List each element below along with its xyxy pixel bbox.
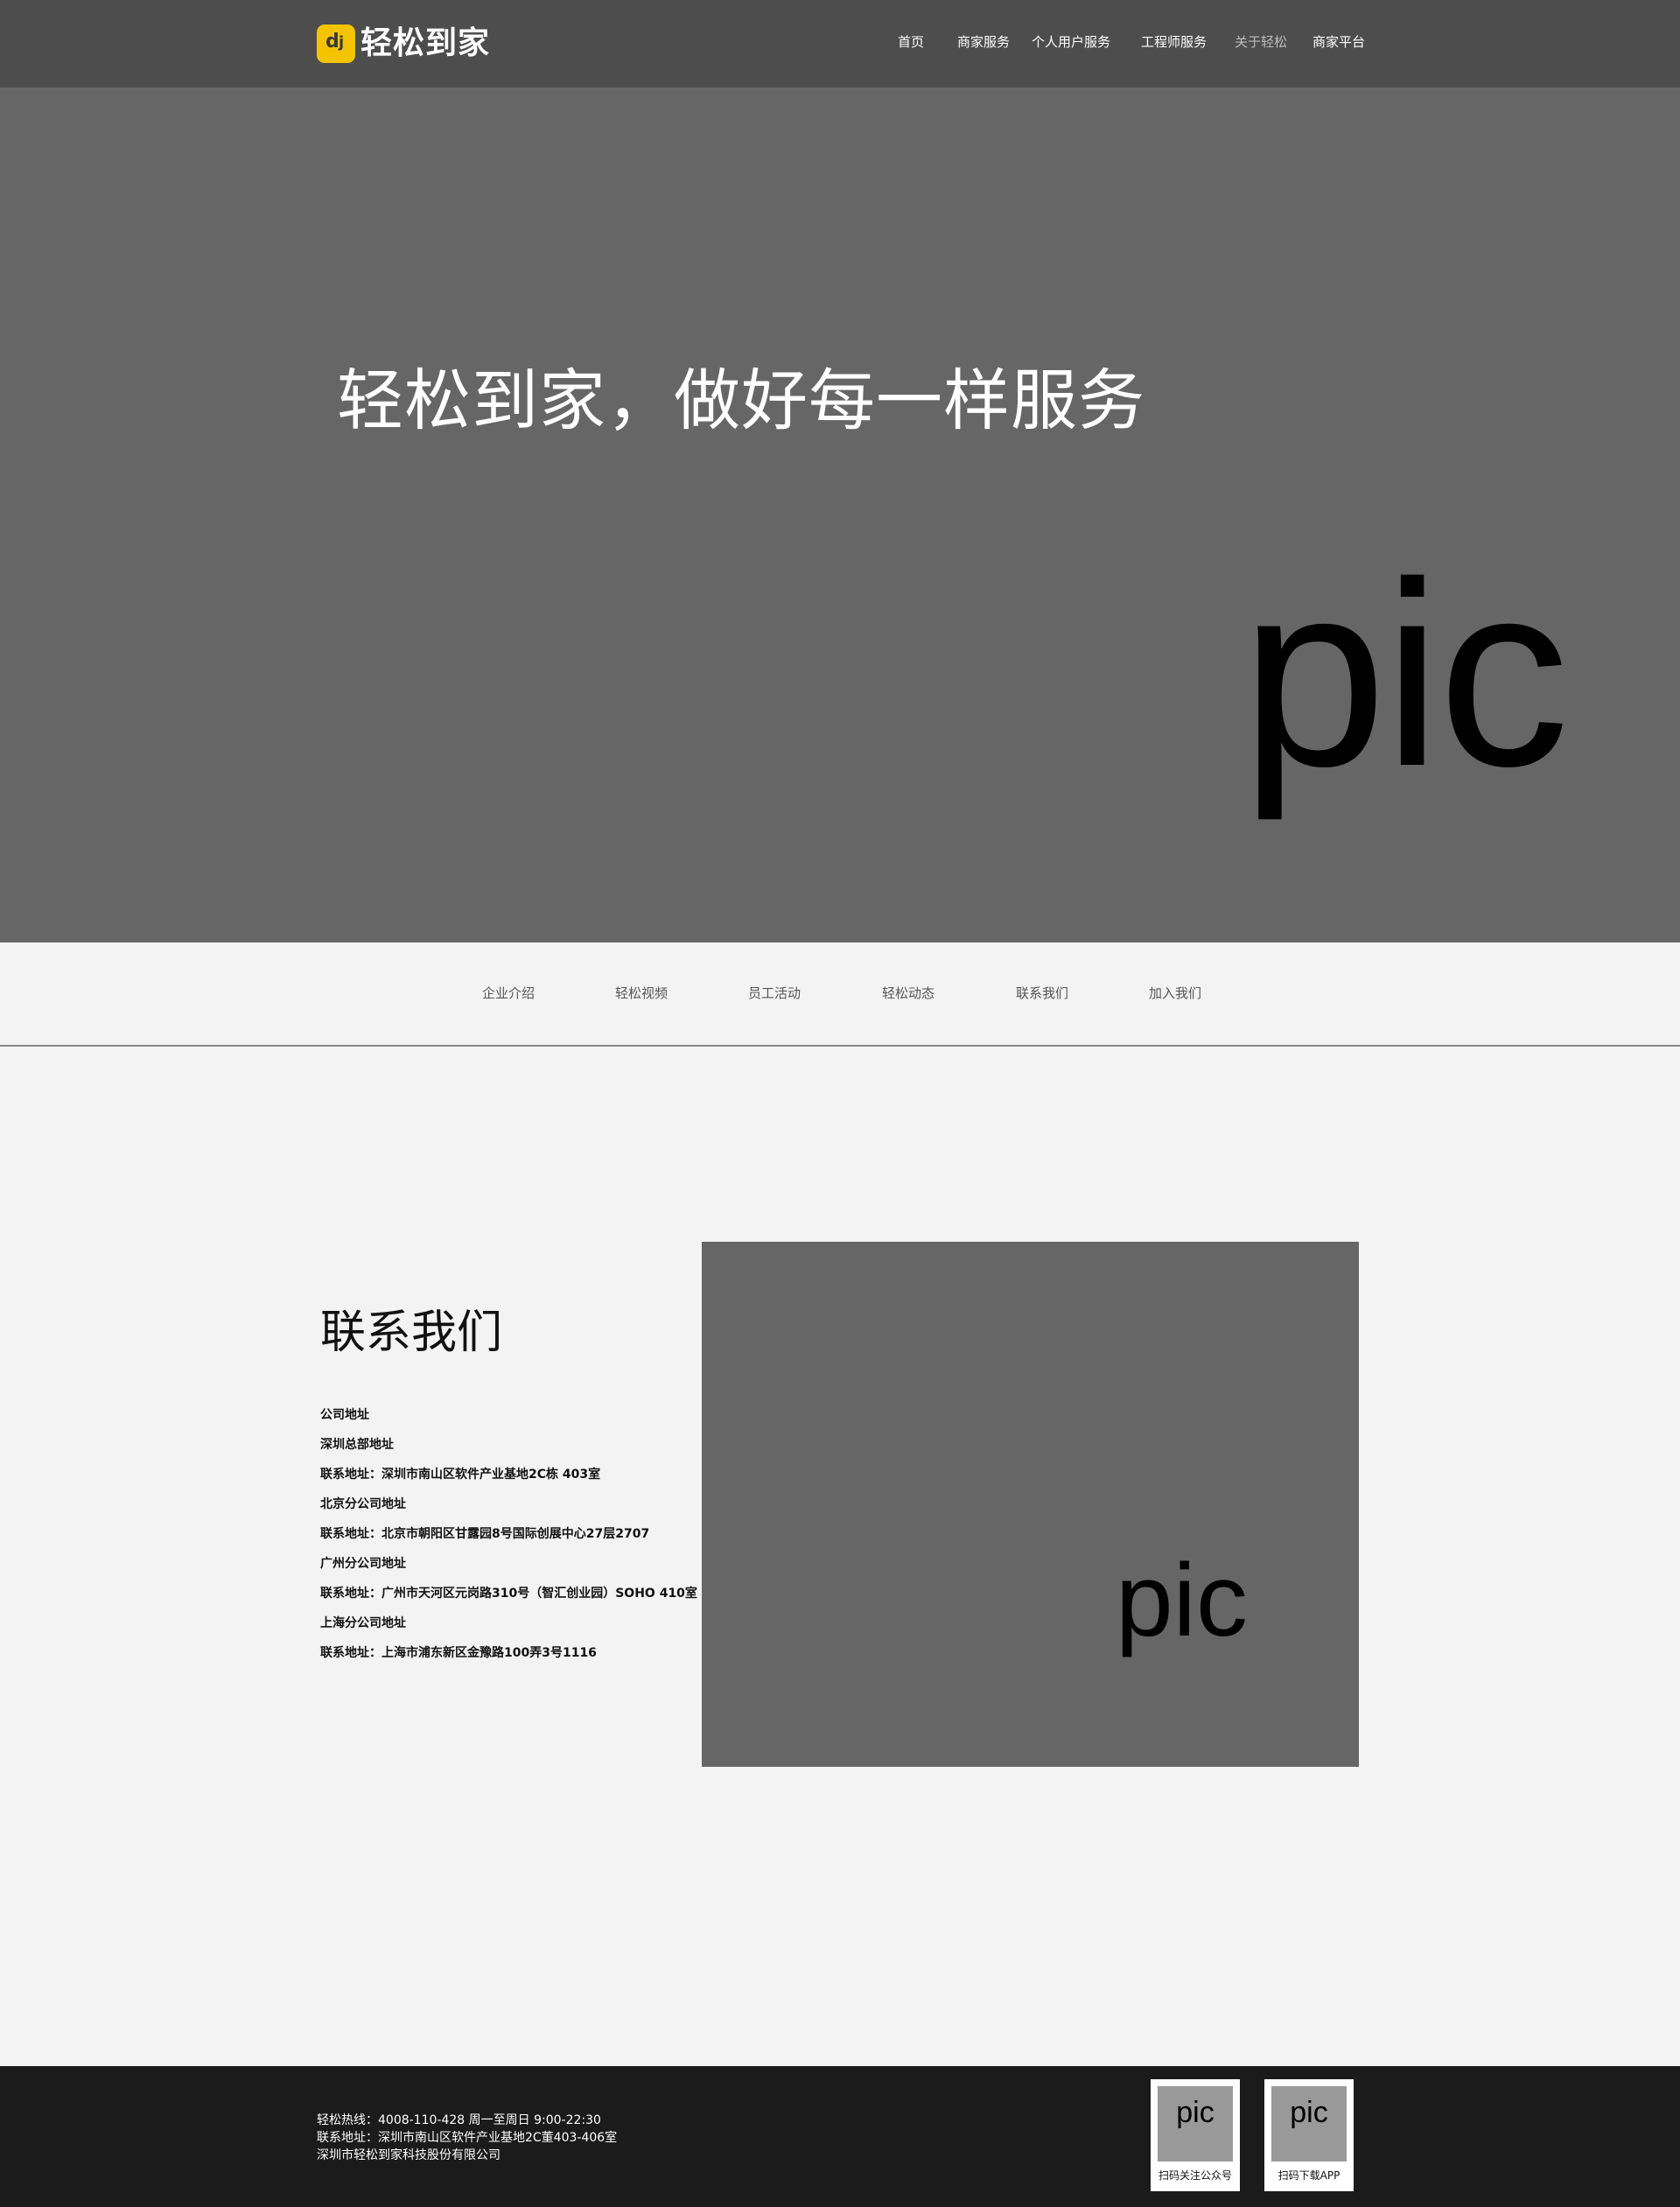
contact-line: 公司地址 xyxy=(320,1408,369,1422)
subnav-item-join-us[interactable]: 加入我们 xyxy=(1149,983,1201,1004)
contact-line: 深圳总部地址 xyxy=(320,1438,394,1452)
logo-text: 轻松到家 xyxy=(360,25,491,61)
nav-item-home[interactable]: 首页 xyxy=(898,32,924,53)
nav-item-engineer-services[interactable]: 工程师服务 xyxy=(1141,32,1207,53)
qr-caption-app: 扫码下载APP xyxy=(1278,2169,1340,2182)
site-logo[interactable]: d j 轻松到家 xyxy=(317,25,490,63)
site-footer: 轻松热线：4008-110-428 周一至周日 9:00-22:30 联系地址：… xyxy=(0,2066,1680,2207)
footer-address: 联系地址：深圳市南山区软件产业基地2C董403-406室 xyxy=(317,2131,618,2145)
nav-item-about[interactable]: 关于轻松 xyxy=(1235,32,1287,53)
subnav-item-company-intro[interactable]: 企业介绍 xyxy=(482,983,535,1004)
nav-item-merchant-platform[interactable]: 商家平台 xyxy=(1312,32,1365,53)
contact-line: 联系地址：广州市天河区元岗路310号（智汇创业园）SOHO 410室 xyxy=(320,1587,697,1601)
footer-company-name: 深圳市轻松到家科技股份有限公司 xyxy=(317,2148,500,2162)
qr-code-app: pic xyxy=(1271,2086,1347,2161)
subnav-item-news[interactable]: 轻松动态 xyxy=(882,983,934,1004)
hero-image-placeholder: pic xyxy=(1241,527,1569,821)
footer-info: 轻松热线：4008-110-428 周一至周日 9:00-22:30 联系地址：… xyxy=(317,2112,617,2164)
hero-slogan: 轻松到家，做好每一样服务 xyxy=(337,361,1145,439)
subnav-item-contact-us[interactable]: 联系我们 xyxy=(1016,983,1068,1004)
contact-line: 上海分公司地址 xyxy=(320,1616,406,1630)
contact-image-placeholder: pic xyxy=(702,1242,1359,1767)
qr-card-app: pic 扫码下载APP xyxy=(1264,2079,1354,2191)
subnav-item-videos[interactable]: 轻松视频 xyxy=(615,983,668,1004)
contact-line: 联系地址：上海市浦东新区金豫路100弄3号1116 xyxy=(320,1646,597,1660)
logo-icon: d j xyxy=(317,25,355,63)
contact-line: 联系地址：北京市朝阳区甘露园8号国际创展中心27层2707 xyxy=(320,1527,650,1541)
site-header: d j 轻松到家 首页 商家服务 个人用户服务 工程师服务 关于轻松 商家平台 xyxy=(0,0,1680,88)
qr-caption-wechat: 扫码关注公众号 xyxy=(1158,2169,1232,2182)
qr-code-wechat: pic xyxy=(1158,2086,1233,2161)
nav-item-personal-services[interactable]: 个人用户服务 xyxy=(1032,32,1110,53)
contact-line: 广州分公司地址 xyxy=(320,1557,406,1571)
contact-address-list: 公司地址 深圳总部地址 联系地址：深圳市南山区软件产业基地2C栋 403室 北京… xyxy=(320,1400,697,1668)
contact-line: 联系地址：深圳市南山区软件产业基地2C栋 403室 xyxy=(320,1468,601,1482)
qr-card-wechat: pic 扫码关注公众号 xyxy=(1151,2079,1240,2191)
hero-banner: 轻松到家，做好每一样服务 pic xyxy=(0,88,1680,942)
contact-line: 北京分公司地址 xyxy=(320,1497,406,1511)
footer-hotline: 轻松热线：4008-110-428 周一至周日 9:00-22:30 xyxy=(317,2113,601,2127)
contact-title: 联系我们 xyxy=(320,1307,503,1359)
nav-item-merchant-services[interactable]: 商家服务 xyxy=(957,32,1010,53)
subnav-item-staff-activities[interactable]: 员工活动 xyxy=(748,983,801,1004)
about-subnav: 企业介绍 轻松视频 员工活动 轻松动态 联系我们 加入我们 xyxy=(0,942,1680,1047)
contact-image-label: pic xyxy=(1116,1543,1248,1658)
